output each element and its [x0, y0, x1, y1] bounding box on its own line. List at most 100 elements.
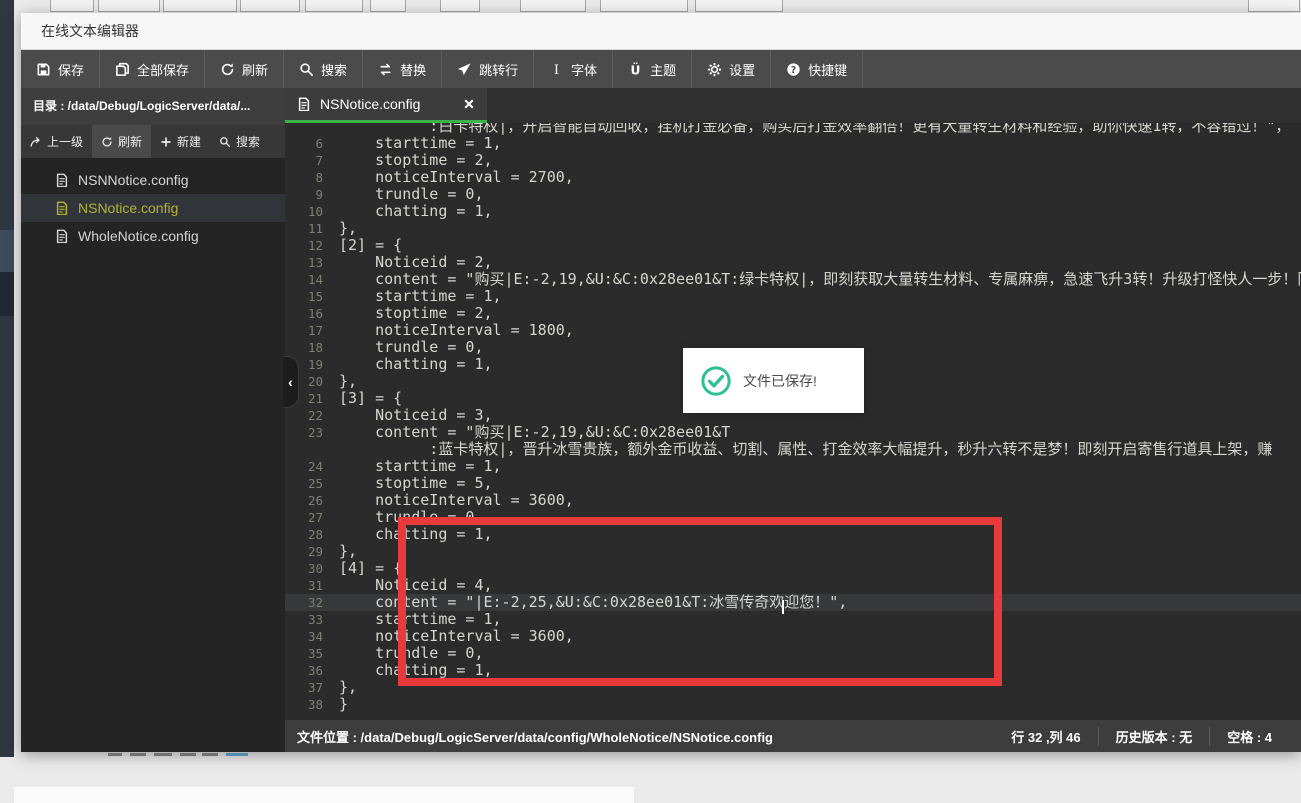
code-line-8[interactable]: 8 noticeInterval = 2700, [285, 169, 1301, 186]
plus-icon [160, 136, 172, 148]
code-line-23[interactable]: 23 content = "购买|E:-2,19,&U:&C:0x28ee01&… [285, 424, 1301, 441]
replace-button[interactable]: 替换 [363, 50, 443, 88]
code-line-wrap[interactable]: :蓝卡特权|，晋升冰雪贵族，额外金币收益、切割、属性、打金效率大幅提升，秒升六转… [285, 441, 1301, 458]
code-line-wrap[interactable]: :白卡特权|，开启智能自动回收，挂机打金必备，购买后打金效率翻倍！更有大量转生材… [285, 123, 1301, 135]
button-label: 保存 [58, 62, 85, 78]
clipped-text-artifact [180, 753, 196, 756]
background-tab-shape [695, 0, 783, 12]
line-text: starttime = 1, [339, 458, 502, 475]
svg-text:?: ? [791, 64, 796, 75]
background-footer [14, 787, 634, 803]
panel-search-button[interactable]: 搜索 [210, 125, 269, 158]
line-text: content = "购买|E:-2,19,&U:&C:0x28ee01&T:绿… [339, 271, 1301, 288]
goto-line-button[interactable]: 跳转行 [442, 50, 535, 88]
file-panel-actions: 上一级 刷新 新建 搜索 [21, 125, 285, 158]
code-line-13[interactable]: 13 Noticeid = 2, [285, 254, 1301, 271]
search-icon [299, 62, 314, 77]
line-text: noticeInterval = 1800, [339, 322, 574, 339]
code-line-14[interactable]: 14 content = "购买|E:-2,19,&U:&C:0x28ee01&… [285, 271, 1301, 288]
save-all-button[interactable]: 全部保存 [100, 50, 206, 88]
line-number: 11 [307, 221, 323, 236]
line-number: 37 [307, 680, 323, 695]
line-text: }, [339, 220, 358, 237]
toolbar: 保存 全部保存 刷新 搜索 替换 跳转行 I 字体 Ü 主题 设置 ? 快捷键 [21, 50, 1301, 88]
code-line-7[interactable]: 7 stoptime = 2, [285, 152, 1301, 169]
line-number: 14 [307, 272, 323, 287]
line-number: 7 [315, 153, 323, 168]
background-tab-shape [98, 0, 160, 12]
background-tab-shape [520, 0, 586, 12]
file-item-nsnnotice.config[interactable]: NSNNotice.config [21, 166, 285, 194]
file-name: NSNotice.config [78, 200, 179, 216]
line-number [285, 123, 323, 135]
code-line-6[interactable]: 6 starttime = 1, [285, 135, 1301, 152]
line-number: 26 [307, 493, 323, 508]
line-number: 38 [307, 697, 323, 712]
font-icon: I [549, 62, 564, 77]
save-button[interactable]: 保存 [21, 50, 101, 88]
button-label: 搜索 [321, 62, 348, 78]
gear-icon [707, 62, 722, 77]
code-line-15[interactable]: 15 starttime = 1, [285, 288, 1301, 305]
line-number: 32 [307, 595, 323, 610]
file-item-wholenotice.config[interactable]: WholeNotice.config [21, 222, 285, 250]
panel-collapse-handle[interactable]: ‹ [283, 356, 299, 408]
file-name: WholeNotice.config [78, 228, 199, 244]
annotation-rectangle [398, 517, 1002, 686]
line-number: 29 [307, 544, 323, 559]
search-icon [219, 136, 231, 148]
line-text: }, [339, 373, 358, 390]
theme-button[interactable]: Ü 主题 [613, 50, 693, 88]
panel-refresh-button[interactable]: 刷新 [92, 125, 152, 158]
line-text: stoptime = 2, [339, 305, 493, 322]
code-line-25[interactable]: 25 stoptime = 5, [285, 475, 1301, 492]
line-number: 30 [307, 561, 323, 576]
button-label: 全部保存 [137, 62, 190, 78]
space-setting: 空格 : 4 [1209, 726, 1289, 746]
code-line-26[interactable]: 26 noticeInterval = 3600, [285, 492, 1301, 509]
file-item-nsnotice.config[interactable]: NSNotice.config [21, 194, 285, 222]
toast-message: 文件已保存! [743, 372, 817, 389]
code-line-11[interactable]: 11}, [285, 220, 1301, 237]
settings-button[interactable]: 设置 [692, 50, 772, 88]
code-line-12[interactable]: 12 [2] = { [285, 237, 1301, 254]
line-number: 34 [307, 629, 323, 644]
refresh-button[interactable]: 刷新 [205, 50, 285, 88]
code-line-17[interactable]: 17 noticeInterval = 1800, [285, 322, 1301, 339]
shortcuts-button[interactable]: ? 快捷键 [771, 50, 864, 88]
panel-new-button[interactable]: 新建 [151, 125, 210, 158]
line-number: 8 [315, 170, 323, 185]
panel-up-level-button[interactable]: 上一级 [21, 125, 92, 158]
button-label: 上一级 [47, 135, 84, 149]
line-number: 9 [315, 187, 323, 202]
tab-bar: NSNotice.config [285, 88, 1301, 123]
code-line-10[interactable]: 10 chatting = 1, [285, 203, 1301, 220]
background-tab-shape [163, 0, 237, 12]
line-text: chatting = 1, [339, 356, 493, 373]
background-sidebar-segment [0, 272, 14, 316]
svg-text:I: I [554, 63, 559, 77]
code-line-38[interactable]: 38} [285, 696, 1301, 713]
button-label: 新建 [177, 135, 202, 149]
save-toast: 文件已保存! [683, 348, 864, 413]
document-icon [297, 97, 311, 111]
close-icon[interactable] [463, 98, 475, 110]
code-line-9[interactable]: 9 trundle = 0, [285, 186, 1301, 203]
font-button[interactable]: I 字体 [534, 50, 614, 88]
line-text: Noticeid = 3, [339, 407, 493, 424]
code-line-24[interactable]: 24 starttime = 1, [285, 458, 1301, 475]
file-name: NSNNotice.config [78, 172, 189, 188]
file-list: NSNNotice.config NSNotice.config WholeNoti… [21, 158, 285, 250]
svg-text:Ü: Ü [631, 62, 641, 76]
button-label: 设置 [729, 62, 756, 78]
line-text: }, [339, 543, 358, 560]
tab-nsnotice-config[interactable]: NSNotice.config [285, 88, 487, 123]
line-number: 6 [315, 136, 323, 151]
code-line-16[interactable]: 16 stoptime = 2, [285, 305, 1301, 322]
background-sidebar-strip [0, 0, 14, 757]
save-icon [36, 62, 51, 77]
clipped-link-artifact [226, 753, 248, 756]
button-label: 跳转行 [479, 62, 519, 78]
background-tab-shape [600, 0, 688, 12]
search-button[interactable]: 搜索 [284, 50, 364, 88]
